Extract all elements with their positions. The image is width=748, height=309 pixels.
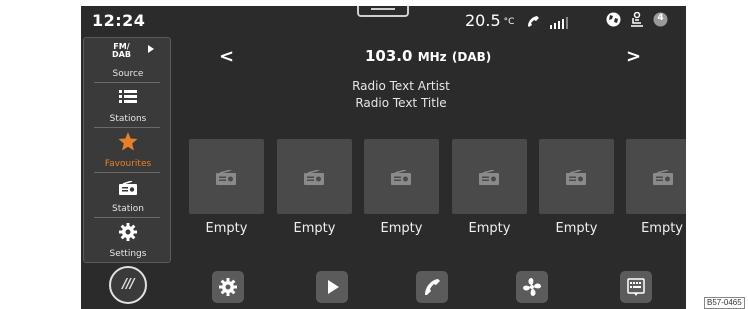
- keyboard-icon: [627, 278, 645, 296]
- infotainment-screen: 12:24 20.5 °C 4 FM/DAB Source Stations F…: [81, 6, 686, 309]
- preset-label: Empty: [641, 221, 683, 236]
- radio-icon: [391, 170, 411, 185]
- pull-down-handle[interactable]: [357, 6, 409, 17]
- temperature: 20.5 °C: [465, 11, 514, 30]
- media-play-button[interactable]: [316, 271, 348, 303]
- frequency-unit: MHz: [417, 50, 447, 64]
- radio-icon: [304, 170, 324, 185]
- sidebar: FM/DAB Source Stations Favourites Statio…: [83, 37, 171, 263]
- radio-icon: [479, 170, 499, 185]
- radio-text-artist: Radio Text Artist: [352, 79, 450, 93]
- radio-icon: [566, 170, 586, 185]
- sidebar-item-station[interactable]: Station: [84, 173, 172, 218]
- climate-button[interactable]: [516, 271, 548, 303]
- radio-text-title: Radio Text Title: [355, 96, 447, 110]
- notification-badge[interactable]: 4: [653, 12, 668, 31]
- source-band-bottom: DAB: [112, 50, 131, 59]
- globe-icon: [606, 12, 621, 31]
- home-button[interactable]: ///: [109, 266, 147, 304]
- preset-tile[interactable]: [539, 139, 614, 214]
- settings-button[interactable]: [212, 271, 244, 303]
- previous-station-button[interactable]: <: [219, 46, 234, 67]
- preset-tile[interactable]: [364, 139, 439, 214]
- sidebar-item-label: Settings: [109, 249, 147, 259]
- fan-icon: [523, 278, 541, 296]
- sidebar-item-favourites[interactable]: Favourites: [84, 128, 172, 173]
- phone-icon: [425, 279, 440, 295]
- sidebar-item-label: Source: [112, 69, 144, 79]
- frame: 12:24 20.5 °C 4 FM/DAB Source Stations F…: [0, 0, 748, 309]
- reference-code: B57-0465: [704, 297, 745, 309]
- radio-icon: [119, 180, 137, 199]
- preset-label: Empty: [293, 221, 336, 236]
- list-icon: [119, 89, 137, 108]
- sidebar-item-source[interactable]: FM/DAB Source: [84, 38, 172, 83]
- notification-count: 4: [657, 13, 664, 23]
- sidebar-item-label: Station: [112, 204, 144, 214]
- radio-icon: [653, 170, 673, 185]
- temperature-value: 20.5: [465, 11, 501, 30]
- phone-button[interactable]: [416, 271, 448, 303]
- sidebar-item-label: Favourites: [104, 159, 152, 169]
- play-icon: [328, 280, 339, 294]
- clock: 12:24: [92, 11, 146, 30]
- star-icon: [118, 132, 138, 155]
- preset-tile[interactable]: [452, 139, 527, 214]
- person-seat-icon: [629, 11, 645, 31]
- play-arrow-icon: [148, 45, 154, 53]
- band-label: (DAB): [451, 50, 492, 64]
- preset-label: Empty: [555, 221, 598, 236]
- preset-tile[interactable]: [277, 139, 352, 214]
- home-logo: ///: [122, 277, 134, 292]
- preset-tile[interactable]: [189, 139, 264, 214]
- sidebar-item-settings[interactable]: Settings: [84, 218, 172, 263]
- station-frequency: 103.0 MHz (DAB): [365, 47, 491, 65]
- radio-icon: [216, 170, 236, 185]
- settings-icon: [219, 278, 237, 296]
- preset-label: Empty: [380, 221, 423, 236]
- sidebar-item-label: Stations: [109, 114, 147, 124]
- next-station-button[interactable]: >: [626, 46, 641, 67]
- temperature-unit: °C: [503, 17, 515, 27]
- apps-button[interactable]: [620, 271, 652, 303]
- gear-icon: [119, 223, 137, 245]
- preset-tile[interactable]: [626, 139, 686, 214]
- frequency-value: 103.0: [365, 47, 413, 65]
- preset-label: Empty: [468, 221, 511, 236]
- fm-dab-icon: FM/DAB: [112, 43, 131, 59]
- phone-icon: [526, 13, 540, 32]
- preset-label: Empty: [205, 221, 248, 236]
- signal-icon: [550, 14, 570, 33]
- sidebar-item-stations[interactable]: Stations: [84, 83, 172, 128]
